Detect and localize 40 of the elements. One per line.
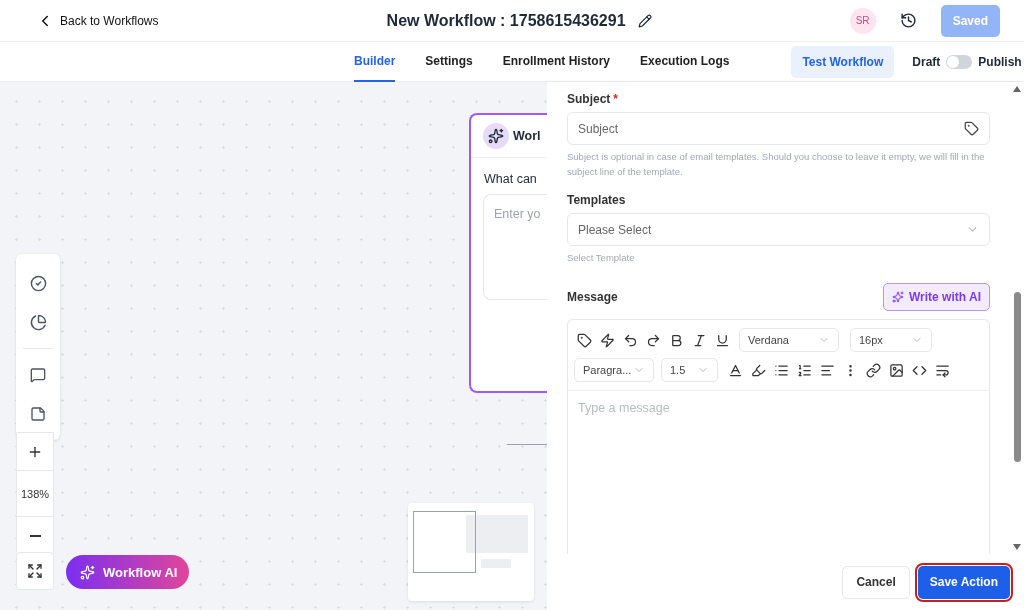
node-prompt: What can (484, 172, 538, 186)
expand-icon (27, 563, 43, 579)
message-placeholder: Type a message (577, 400, 671, 417)
message-editor[interactable]: Verdana 16px Paragra... 1.5 Type a message (567, 319, 990, 554)
test-workflow-button[interactable]: Test Workflow (791, 45, 895, 78)
fit-view-button[interactable] (16, 552, 54, 590)
connector-line (507, 444, 547, 445)
templates-label: Templates (567, 193, 627, 207)
message-label: Message (567, 290, 618, 304)
sparkles-icon (80, 564, 95, 580)
font-size-dropdown[interactable]: 16px (850, 328, 932, 352)
tab[interactable]: Enrollment History (502, 41, 611, 82)
line-height-dropdown[interactable]: 1.5 (661, 358, 718, 382)
subject-help-text: Subject is optional in case of email templates. Should you choose to leave it empty, we will fill in the subject line of the template. (567, 150, 986, 179)
sparkles-icon (892, 291, 904, 303)
save-action-button[interactable]: Save Action (917, 565, 1010, 599)
block-type-dropdown[interactable]: Paragra... (574, 358, 654, 382)
back-link[interactable]: Back to Workflows (36, 11, 159, 30)
write-with-ai-button[interactable]: Write with AI (883, 283, 990, 311)
draft-label: Draft (912, 54, 941, 69)
subject-field[interactable]: Subject (567, 112, 990, 145)
workflow-title: New Workflow : 1758615436291 (386, 11, 626, 30)
templates-hint: Select Template (567, 251, 636, 265)
publish-label: Publish (978, 54, 1022, 69)
tag-icon[interactable] (964, 121, 979, 136)
workflow-node[interactable]: Worl What can Enter yo (469, 113, 547, 393)
templates-dropdown[interactable]: Please Select (567, 213, 990, 246)
edit-icon[interactable] (637, 13, 652, 28)
sparkles-icon (483, 123, 509, 149)
publish-toggle[interactable] (946, 54, 973, 69)
subject-label: Subject * (567, 92, 619, 106)
minus-icon (29, 534, 41, 537)
tab[interactable]: Execution Logs (640, 41, 730, 82)
workflow-ai-button[interactable]: Workflow AI (66, 555, 190, 589)
user-avatar[interactable]: SR (849, 7, 876, 34)
tab[interactable]: Settings (425, 41, 473, 82)
font-dropdown[interactable]: Verdana (739, 328, 839, 352)
node-title: Worl (513, 129, 541, 143)
history-icon[interactable] (899, 12, 917, 29)
cancel-button[interactable]: Cancel (842, 565, 910, 599)
